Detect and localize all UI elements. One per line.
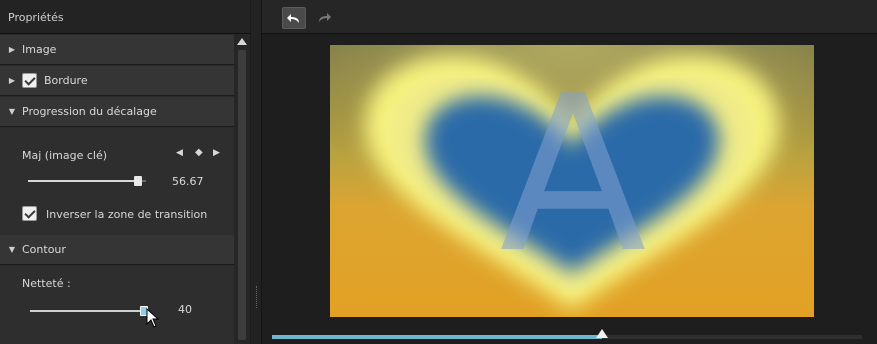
- section-border-label: Bordure: [44, 74, 88, 87]
- invert-zone-checkbox[interactable]: [22, 206, 37, 221]
- preview-canvas: A: [330, 45, 814, 317]
- mouse-cursor-icon: [146, 308, 160, 328]
- section-offset-label: Progression du décalage: [22, 105, 157, 118]
- undo-icon: [287, 14, 299, 23]
- redo-icon: [319, 13, 331, 22]
- next-keyframe-icon[interactable]: ▶: [213, 148, 220, 158]
- sharpness-slider-fill: [30, 310, 144, 312]
- preview-area: A: [262, 35, 877, 344]
- section-border[interactable]: ▶ Bordure: [0, 66, 234, 96]
- section-image-label: Image: [22, 43, 57, 56]
- transition-letter: A: [499, 49, 647, 300]
- undo-button[interactable]: [282, 7, 306, 29]
- keyframe-slider-fill: [28, 180, 138, 182]
- panel-title: Propriétés: [0, 0, 250, 34]
- timeline-slider[interactable]: [272, 329, 862, 339]
- scroll-up-arrow-icon[interactable]: [237, 38, 247, 45]
- contour-section-body: Netteté : 40: [0, 266, 234, 344]
- section-contour[interactable]: ▼ Contour: [0, 235, 234, 265]
- add-keyframe-icon[interactable]: ◆: [195, 147, 203, 158]
- expand-arrow-icon: ▶: [8, 76, 16, 85]
- invert-zone-label: Inverser la zone de transition: [46, 208, 208, 221]
- redo-button[interactable]: [312, 7, 336, 29]
- timeline-thumb[interactable]: [596, 329, 608, 338]
- sharpness-value: 40: [178, 303, 192, 316]
- collapse-arrow-icon: ▼: [8, 107, 16, 116]
- splitter-grip[interactable]: [256, 286, 257, 308]
- panel-scrollbar[interactable]: [234, 34, 250, 344]
- keyframe-value: 56.67: [172, 175, 204, 188]
- prev-keyframe-icon[interactable]: ◀: [176, 148, 183, 158]
- expand-arrow-icon: ▶: [8, 45, 16, 54]
- sharpness-label: Netteté :: [22, 277, 71, 290]
- section-image[interactable]: ▶ Image: [0, 35, 234, 65]
- section-contour-label: Contour: [22, 243, 66, 256]
- keyframe-label: Maj (image clé): [22, 149, 107, 162]
- keyframe-slider-thumb[interactable]: [134, 176, 142, 186]
- panel-splitter[interactable]: [251, 0, 262, 344]
- keyframe-slider[interactable]: [28, 176, 146, 186]
- border-checkbox[interactable]: [22, 73, 37, 88]
- scroll-thumb[interactable]: [238, 50, 246, 340]
- sharpness-slider[interactable]: [30, 306, 148, 316]
- timeline-progress: [272, 335, 602, 339]
- offset-section-body: Maj (image clé) ◀ ◆ ▶ 56.67 Inverser la …: [0, 128, 234, 234]
- preview-toolbar: [262, 0, 877, 34]
- section-offset-progression[interactable]: ▼ Progression du décalage: [0, 97, 234, 127]
- collapse-arrow-icon: ▼: [8, 245, 16, 254]
- properties-panel: Propriétés ▶ Image ▶ Bordure ▼ Progressi…: [0, 0, 250, 344]
